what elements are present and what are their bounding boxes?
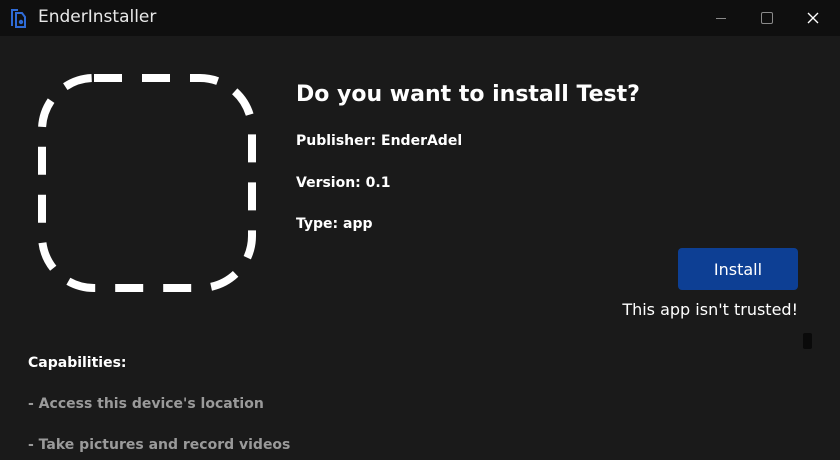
installer-window: EnderInstaller Do you want to install Te… bbox=[0, 0, 840, 460]
install-button[interactable]: Install bbox=[678, 248, 798, 290]
minimize-button[interactable] bbox=[698, 0, 744, 36]
capabilities-list: - Access this device's location - Take p… bbox=[28, 396, 290, 460]
capability-item: - Access this device's location bbox=[28, 396, 264, 412]
capability-item: - Take pictures and record videos bbox=[28, 437, 291, 453]
untrusted-warning: This app isn't trusted! bbox=[622, 300, 798, 319]
publisher-label: Publisher: EnderAdel bbox=[296, 133, 463, 149]
install-prompt-heading: Do you want to install Test? bbox=[296, 82, 640, 107]
window-title: EnderInstaller bbox=[38, 7, 157, 27]
maximize-icon bbox=[761, 12, 773, 24]
type-label: Type: app bbox=[296, 216, 373, 232]
placeholder-app-icon bbox=[38, 74, 256, 292]
minimize-icon bbox=[716, 18, 726, 19]
scrollbar-thumb[interactable] bbox=[803, 333, 812, 349]
version-label: Version: 0.1 bbox=[296, 175, 391, 191]
title-bar[interactable]: EnderInstaller bbox=[0, 0, 840, 36]
close-button[interactable] bbox=[790, 0, 836, 36]
maximize-button[interactable] bbox=[744, 0, 790, 36]
ender-installer-logo-icon bbox=[11, 9, 26, 28]
capabilities-heading: Capabilities: bbox=[28, 355, 127, 371]
close-icon bbox=[807, 12, 819, 24]
